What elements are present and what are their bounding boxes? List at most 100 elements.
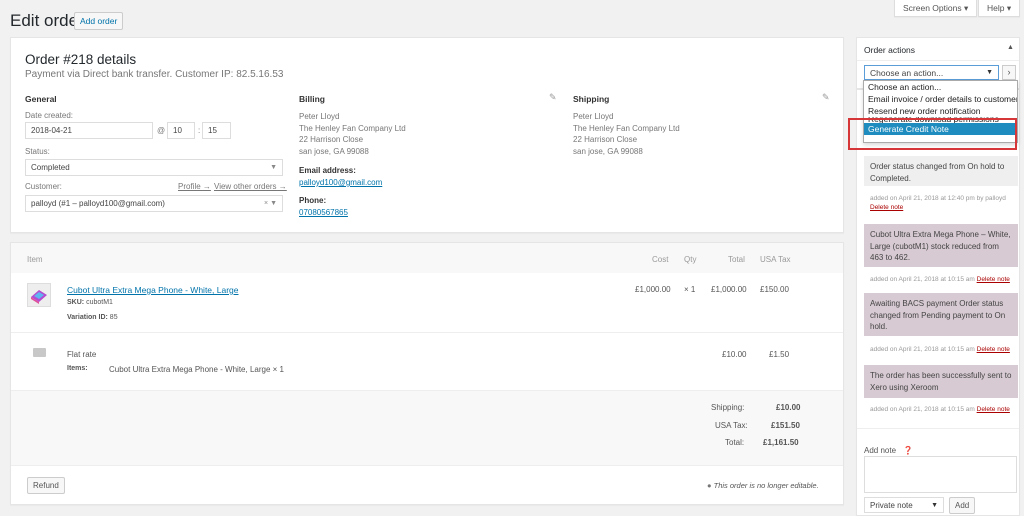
view-other-orders-link[interactable]: View other orders →: [214, 182, 287, 191]
customer-select[interactable]: palloyd (#1 – palloyd100@gmail.com) × ▼: [25, 195, 283, 212]
profile-link[interactable]: Profile →: [178, 182, 211, 191]
chevron-down-icon: ▼: [270, 164, 277, 171]
highlight-box: [848, 118, 1017, 150]
billing-line: Peter Lloyd: [299, 112, 340, 121]
divider: [11, 332, 843, 333]
truck-icon: [33, 348, 46, 357]
shipping-line: The Henley Fan Company Ltd: [573, 123, 680, 133]
col-cost: Cost: [652, 255, 669, 264]
billing-line: 22 Harrison Close: [299, 135, 364, 144]
minute-input[interactable]: 15: [202, 122, 231, 139]
delete-note-link[interactable]: Delete note: [977, 276, 1010, 283]
add-order-button[interactable]: Add order: [74, 12, 124, 30]
order-heading: Order #218 details: [25, 52, 137, 67]
date-input[interactable]: 2018-04-21: [25, 122, 153, 139]
shipping-method-name: Flat rate: [67, 350, 97, 359]
note-item: Cubot Ultra Extra Mega Phone – White, La…: [864, 224, 1018, 267]
phone-image-icon: [31, 290, 47, 304]
not-editable-text: This order is no longer editable.: [713, 481, 819, 490]
dropdown-option[interactable]: Choose an action...: [864, 81, 1017, 93]
help-button[interactable]: Help ▾: [978, 0, 1021, 17]
email-link[interactable]: palloyd100@gmail.com: [299, 178, 382, 187]
note-date: added on April 21, 2018 at 10:15 am: [870, 276, 975, 283]
product-thumbnail: [27, 283, 51, 307]
variation-label: Variation ID:: [67, 314, 108, 321]
shipping-items-label: Items:: [67, 365, 88, 372]
sku-value: cubotM1: [86, 299, 113, 306]
product-total: £1,000.00: [711, 285, 747, 294]
note-type-select[interactable]: Private note ▼: [864, 497, 944, 513]
info-icon: ●: [707, 481, 712, 490]
shipping-tax: £1.50: [769, 350, 790, 359]
apply-action-button[interactable]: ›: [1002, 65, 1016, 80]
email-label: Email address:: [299, 166, 356, 175]
general-heading: General: [25, 94, 57, 104]
note-date: added on April 21, 2018 at 10:15 am: [870, 406, 975, 413]
totals-total-value: £1,161.50: [763, 438, 799, 447]
chevron-down-icon: ▼: [986, 69, 993, 76]
totals-shipping-value: £10.00: [776, 403, 801, 412]
not-editable-notice: ● This order is no longer editable.: [707, 481, 819, 490]
help-tip-icon[interactable]: ❓: [903, 446, 913, 455]
customer-value: palloyd (#1 – palloyd100@gmail.com): [31, 199, 165, 208]
status-value: Completed: [31, 163, 70, 172]
shipping-line: san jose, GA 99088: [573, 146, 643, 156]
note-item: The order has been successfully sent to …: [864, 365, 1018, 398]
sku-label: SKU:: [67, 299, 85, 306]
variation-value: 85: [109, 314, 118, 321]
add-note-button[interactable]: Add: [949, 497, 976, 514]
edit-shipping-pencil-icon[interactable]: ✎: [822, 92, 830, 103]
col-tax: USA Tax: [760, 255, 791, 264]
customer-label: Customer:: [25, 182, 62, 191]
delete-note-link[interactable]: Delete note: [870, 204, 903, 211]
status-label: Status:: [25, 147, 50, 156]
hour-input[interactable]: 10: [167, 122, 195, 139]
edit-billing-pencil-icon[interactable]: ✎: [549, 92, 557, 103]
note-item: Order status changed from On hold to Com…: [864, 156, 1018, 186]
dropdown-option[interactable]: Email invoice / order details to custome…: [864, 93, 1017, 105]
col-item: Item: [27, 255, 43, 264]
totals-tax-value: £151.50: [771, 421, 800, 430]
shipping-heading: Shipping: [573, 94, 610, 104]
add-note-text: Add note: [864, 446, 897, 455]
billing-line: san jose, GA 99088: [299, 146, 369, 156]
payment-line: Payment via Direct bank transfer. Custom…: [25, 69, 284, 80]
note-meta: added on April 21, 2018 at 10:15 am Dele…: [870, 346, 1010, 353]
totals-tax-label: USA Tax:: [715, 421, 748, 430]
screen-options-button[interactable]: Screen Options ▾: [894, 0, 978, 17]
status-select[interactable]: Completed ▼: [25, 159, 283, 176]
add-note-label: Add note ❓: [864, 446, 913, 455]
col-total: Total: [728, 255, 745, 264]
items-header-bg: [11, 243, 843, 273]
delete-note-link[interactable]: Delete note: [977, 406, 1010, 413]
order-action-select[interactable]: Choose an action... ▼: [864, 65, 999, 80]
note-meta: added on April 21, 2018 at 10:15 am Dele…: [870, 406, 1010, 413]
note-type-value: Private note: [870, 500, 913, 510]
product-link[interactable]: Cubot Ultra Extra Mega Phone - White, La…: [67, 285, 239, 295]
order-actions-title: Order actions: [864, 45, 916, 55]
note-delete[interactable]: Delete note: [870, 204, 903, 211]
order-notes-panel: Order status changed from On hold to Com…: [856, 89, 1020, 516]
divider: [857, 428, 1019, 429]
order-details-panel: Order #218 details Payment via Direct ba…: [10, 37, 844, 233]
dropdown-option[interactable]: Resend new order notification: [864, 105, 1017, 117]
note-meta: added on April 21, 2018 at 12:40 pm by p…: [870, 195, 1006, 202]
collapse-arrow-icon[interactable]: ▲: [1007, 44, 1014, 51]
shipping-items-value: Cubot Ultra Extra Mega Phone - White, La…: [109, 365, 284, 374]
note-item: Awaiting BACS payment Order status chang…: [864, 293, 1018, 336]
note-textarea[interactable]: [864, 456, 1017, 493]
refund-button[interactable]: Refund: [27, 477, 65, 494]
page-title: Edit order: [10, 11, 84, 30]
time-separator: :: [198, 126, 201, 135]
billing-line: The Henley Fan Company Ltd: [299, 123, 406, 133]
delete-note-link[interactable]: Delete note: [977, 346, 1010, 353]
phone-label: Phone:: [299, 196, 327, 205]
shipping-total: £10.00: [722, 350, 747, 359]
shipping-line: 22 Harrison Close: [573, 135, 638, 144]
note-meta: added on April 21, 2018 at 10:15 am Dele…: [870, 276, 1010, 283]
totals-total-label: Total:: [725, 438, 745, 447]
phone-link[interactable]: 07080567865: [299, 208, 348, 217]
divider: [11, 465, 843, 466]
clear-and-chevron-icon[interactable]: × ▼: [264, 200, 277, 207]
totals-shipping-label: Shipping:: [711, 403, 745, 412]
